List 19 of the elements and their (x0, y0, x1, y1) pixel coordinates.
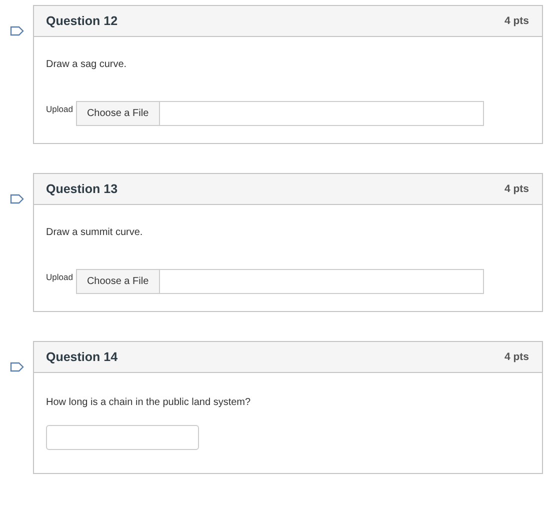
choose-file-button[interactable]: Choose a File (76, 270, 160, 293)
points-label: 4 pts (504, 351, 529, 363)
choose-file-button[interactable]: Choose a File (76, 102, 160, 125)
question-title: Question 12 (46, 14, 118, 28)
points-label: 4 pts (504, 183, 529, 195)
question-title: Question 14 (46, 350, 118, 364)
upload-label: Upload (46, 272, 73, 282)
points-label: 4 pts (504, 15, 529, 27)
flag-icon[interactable] (10, 194, 24, 204)
question-prompt: Draw a sag curve. (46, 59, 128, 70)
question-prompt: Draw a summit curve. (46, 227, 144, 238)
file-input[interactable]: Choose a File (76, 269, 484, 294)
flag-icon[interactable] (10, 26, 24, 36)
upload-label: Upload (46, 104, 73, 114)
question-prompt: How long is a chain in the public land system? (46, 397, 252, 408)
question-title: Question 13 (46, 182, 118, 196)
flag-icon[interactable] (10, 362, 24, 372)
file-input[interactable]: Choose a File (76, 101, 484, 126)
answer-field[interactable] (46, 425, 199, 450)
